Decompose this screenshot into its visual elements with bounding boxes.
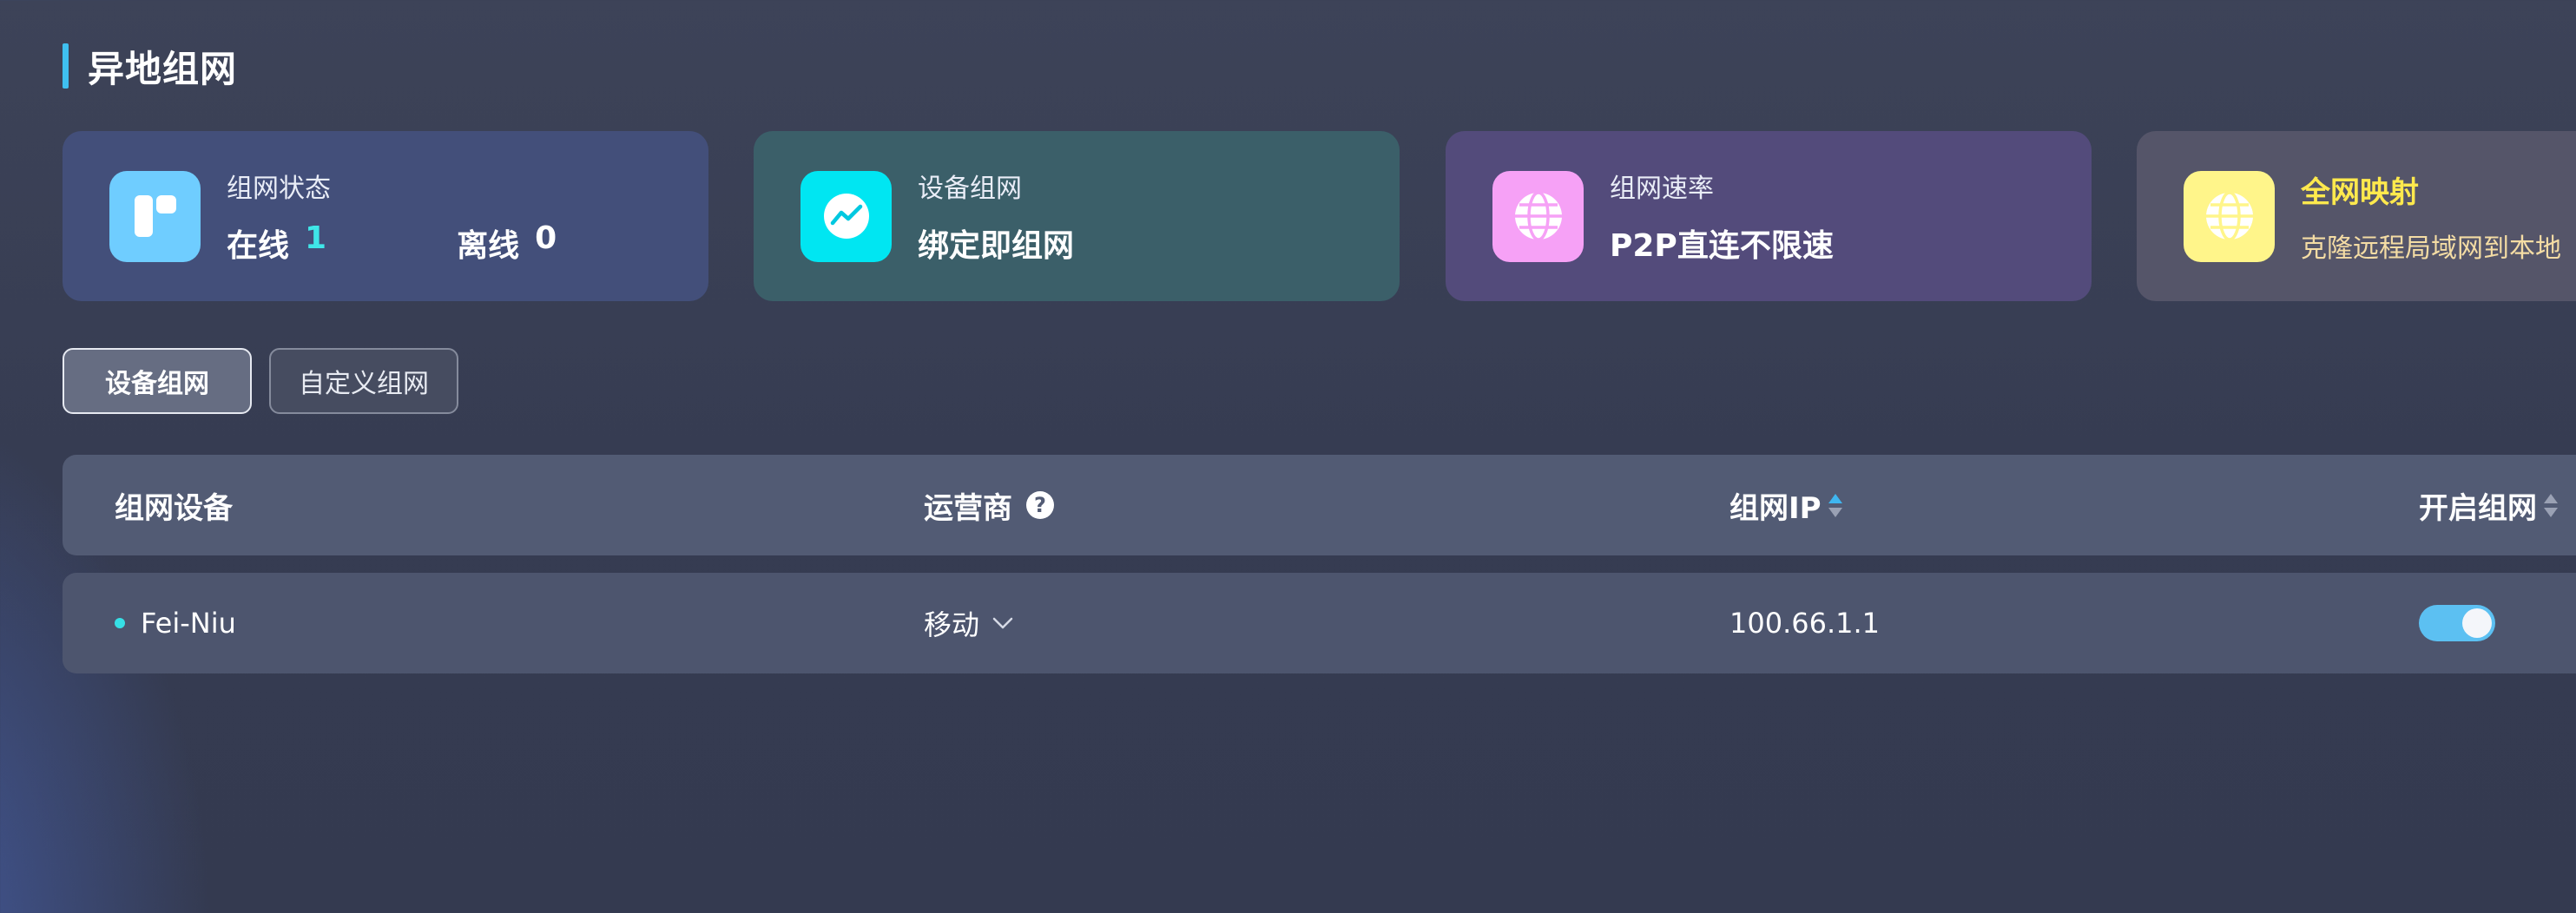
sort-icon[interactable] [1828, 493, 1842, 517]
card-label: 组网速率 [1610, 174, 1714, 204]
network-status-card: 组网状态 在线 1 离线 0 [63, 131, 708, 301]
network-speed-card: 组网速率 P2P直连不限速 [1446, 131, 2092, 301]
table-header: 组网设备 运营商 ? 组网IP 开启组网 [63, 455, 2576, 555]
tab-custom-network[interactable]: 自定义组网 [269, 348, 458, 414]
column-header-carrier: 运营商 ? [924, 455, 1054, 555]
global-mapping-card: 全网映射 克隆远程局域网到本地 [2137, 131, 2576, 301]
status-row: 在线 1 离线 0 [227, 220, 557, 266]
online-status-dot [115, 618, 125, 628]
toggle-knob [2462, 608, 2492, 638]
pulse-chart-icon [800, 170, 892, 262]
column-header-device: 组网设备 [115, 490, 233, 526]
device-network-card: 设备组网 绑定即组网 [754, 131, 1400, 301]
help-icon[interactable]: ? [1026, 491, 1054, 519]
offline-count: 0 [535, 220, 557, 256]
chevron-down-icon[interactable] [992, 616, 1014, 630]
card-value: P2P直连不限速 [1610, 228, 1834, 264]
card-value: 绑定即组网 [918, 228, 1075, 264]
network-tabs: 设备组网 自定义组网 [63, 348, 476, 414]
tab-device-network[interactable]: 设备组网 [63, 348, 252, 414]
device-name: Fei-Niu [141, 607, 236, 640]
ip-value: 100.66.1.1 [1729, 607, 1881, 640]
enable-network-toggle[interactable] [2419, 605, 2495, 641]
offline-label: 离线 [457, 228, 520, 264]
page-title-text: 异地组网 [88, 47, 238, 90]
page-title: 异地组网 [63, 43, 237, 90]
ip-cell: 100.66.1.1 [1729, 573, 1880, 673]
card-label: 全网映射 [2301, 174, 2419, 210]
table-row: Fei-Niu 移动 100.66.1.1 [63, 573, 2576, 673]
online-count: 1 [305, 220, 327, 256]
globe-network-icon [2184, 170, 2275, 262]
device-cell: Fei-Niu [115, 573, 236, 673]
online-label: 在线 [227, 228, 290, 264]
carrier-select[interactable]: 移动 [924, 573, 1014, 673]
carrier-value: 移动 [924, 608, 980, 641]
layout-icon [109, 170, 201, 262]
sort-icon[interactable] [2544, 493, 2558, 517]
card-value: 克隆远程局域网到本地 [2301, 233, 2561, 264]
card-label: 设备组网 [918, 174, 1022, 204]
column-header-ip[interactable]: 组网IP [1729, 455, 1842, 555]
column-header-enable[interactable]: 开启组网 [2419, 455, 2558, 555]
enable-cell [2419, 573, 2495, 673]
globe-icon [1492, 170, 1584, 262]
title-accent-bar [63, 43, 69, 89]
card-label: 组网状态 [227, 174, 331, 204]
